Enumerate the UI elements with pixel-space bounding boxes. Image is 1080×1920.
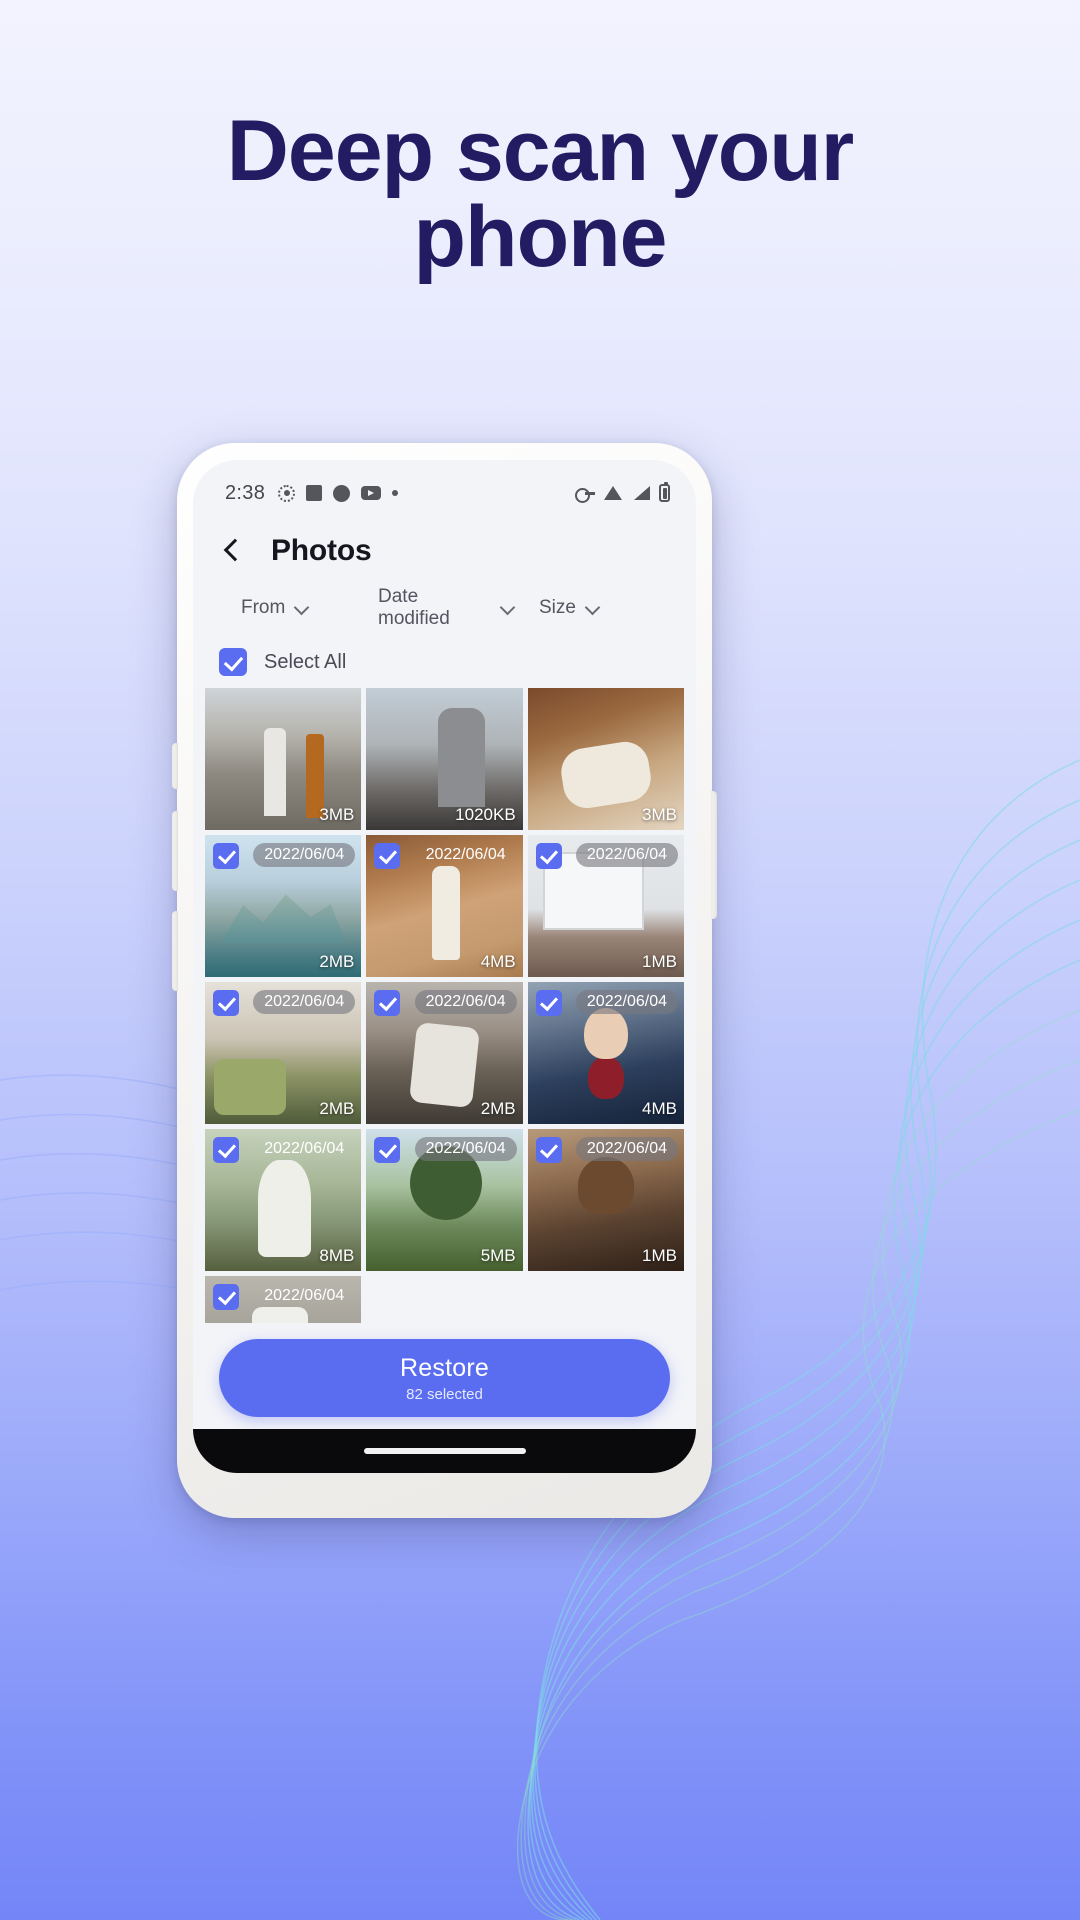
photo-cell[interactable]: 3MB <box>527 688 684 830</box>
chevron-down-icon <box>587 602 600 615</box>
photo-grid[interactable]: 3MB 1020KB 3MB 2022/06/04 2MB 2022/06/04 4MB 20… <box>193 688 696 1323</box>
photo-checkbox[interactable] <box>213 843 239 869</box>
battery-icon <box>659 482 670 502</box>
restore-button-label: Restore <box>400 1353 489 1382</box>
phone-side-button-3 <box>172 911 178 991</box>
photo-date-badge: 2022/06/04 <box>253 843 356 867</box>
filter-date-modified-label: Date modified <box>378 586 450 629</box>
headline-line-2: phone <box>413 189 668 285</box>
photo-checkbox[interactable] <box>535 990 562 1016</box>
photo-cell[interactable]: 2022/06/04 2MB <box>205 835 362 977</box>
phone-side-button-2 <box>172 811 178 891</box>
photo-date-badge: 2022/06/04 <box>264 1287 345 1304</box>
bottom-action-bar: Restore 82 selected <box>193 1323 696 1429</box>
photo-date-badge: 2022/06/04 <box>425 846 506 863</box>
photo-cell[interactable]: 2022/06/04 <box>205 1276 362 1323</box>
system-navigation-bar <box>193 1429 696 1473</box>
record-icon <box>278 484 296 502</box>
vpn-key-icon <box>575 487 595 503</box>
photo-size-label: 2MB <box>319 1099 355 1118</box>
photo-checkbox[interactable] <box>535 843 562 869</box>
status-bar: 2:38 <box>193 460 696 516</box>
photo-date-badge: 2022/06/04 <box>253 990 356 1014</box>
select-all-row[interactable]: Select All <box>193 630 696 688</box>
photo-date-badge: 2022/06/04 <box>414 1137 517 1161</box>
photo-checkbox[interactable] <box>213 990 239 1016</box>
filter-from[interactable]: From <box>213 597 378 619</box>
chevron-down-icon <box>502 602 515 615</box>
select-all-checkbox[interactable] <box>219 648 247 676</box>
restore-button[interactable]: Restore 82 selected <box>219 1339 670 1417</box>
page-title: Photos <box>271 534 372 567</box>
photo-cell[interactable]: 2022/06/04 8MB <box>205 1129 362 1271</box>
photo-cell[interactable]: 2022/06/04 1MB <box>527 1129 684 1271</box>
filter-size[interactable]: Size <box>515 597 676 619</box>
photo-date-badge: 2022/06/04 <box>575 990 678 1014</box>
photo-cell[interactable]: 2022/06/04 2MB <box>205 982 362 1124</box>
circle-icon <box>333 484 351 502</box>
photo-checkbox[interactable] <box>374 990 401 1016</box>
photo-cell[interactable]: 1020KB <box>366 688 523 830</box>
photo-checkbox[interactable] <box>374 843 401 869</box>
app-header: Photos <box>193 516 696 584</box>
photo-cell[interactable]: 2022/06/04 2MB <box>366 982 523 1124</box>
photo-size-label: 2MB <box>480 1099 516 1118</box>
status-time: 2:38 <box>225 481 266 504</box>
photo-cell[interactable]: 2022/06/04 4MB <box>366 835 523 977</box>
filter-date-modified[interactable]: Date modified <box>378 586 515 630</box>
phone-mockup: 2:38 Photos From Date modified Size Sele… <box>172 443 717 1518</box>
youtube-icon <box>361 486 382 500</box>
home-indicator[interactable] <box>363 1448 526 1454</box>
square-icon <box>306 485 323 501</box>
photo-date-badge: 2022/06/04 <box>414 990 517 1014</box>
signal-icon <box>632 486 650 500</box>
filter-from-label: From <box>241 597 286 618</box>
photo-size-label: 3MB <box>319 805 355 824</box>
photo-checkbox[interactable] <box>213 1137 239 1163</box>
photo-size-label: 1020KB <box>455 805 516 824</box>
phone-power-button <box>711 791 717 919</box>
page-headline: Deep scan your phone <box>0 108 1080 280</box>
filter-bar: From Date modified Size <box>193 584 696 630</box>
photo-date-badge: 2022/06/04 <box>575 1137 678 1161</box>
chevron-down-icon <box>296 602 309 615</box>
photo-size-label: 1MB <box>642 1246 677 1265</box>
photo-size-label: 1MB <box>642 952 677 971</box>
select-all-label: Select All <box>264 650 347 673</box>
dot-icon <box>392 490 399 496</box>
photo-checkbox[interactable] <box>535 1137 562 1163</box>
filter-size-label: Size <box>539 597 576 618</box>
back-chevron-icon[interactable] <box>219 538 245 564</box>
photo-size-label: 8MB <box>319 1246 355 1265</box>
photo-date-badge: 2022/06/04 <box>264 1140 345 1157</box>
photo-size-label: 4MB <box>642 1099 677 1118</box>
photo-size-label: 5MB <box>480 1246 516 1265</box>
photo-checkbox[interactable] <box>213 1284 239 1310</box>
phone-screen: 2:38 Photos From Date modified Size Sele… <box>193 460 696 1473</box>
photo-cell[interactable]: 2022/06/04 5MB <box>366 1129 523 1271</box>
wifi-icon <box>604 486 623 500</box>
restore-button-sublabel: 82 selected <box>406 1385 483 1403</box>
status-notification-icons <box>278 484 399 502</box>
photo-cell[interactable]: 2022/06/04 1MB <box>527 835 684 977</box>
photo-size-label: 4MB <box>480 952 516 971</box>
photo-size-label: 3MB <box>642 805 677 824</box>
photo-cell[interactable]: 3MB <box>205 688 362 830</box>
status-system-icons <box>575 482 670 503</box>
phone-side-button-1 <box>172 743 178 789</box>
photo-checkbox[interactable] <box>374 1137 401 1163</box>
photo-cell[interactable]: 2022/06/04 4MB <box>527 982 684 1124</box>
photo-date-badge: 2022/06/04 <box>575 843 678 867</box>
headline-line-1: Deep scan your <box>226 103 854 199</box>
photo-size-label: 2MB <box>319 952 355 971</box>
